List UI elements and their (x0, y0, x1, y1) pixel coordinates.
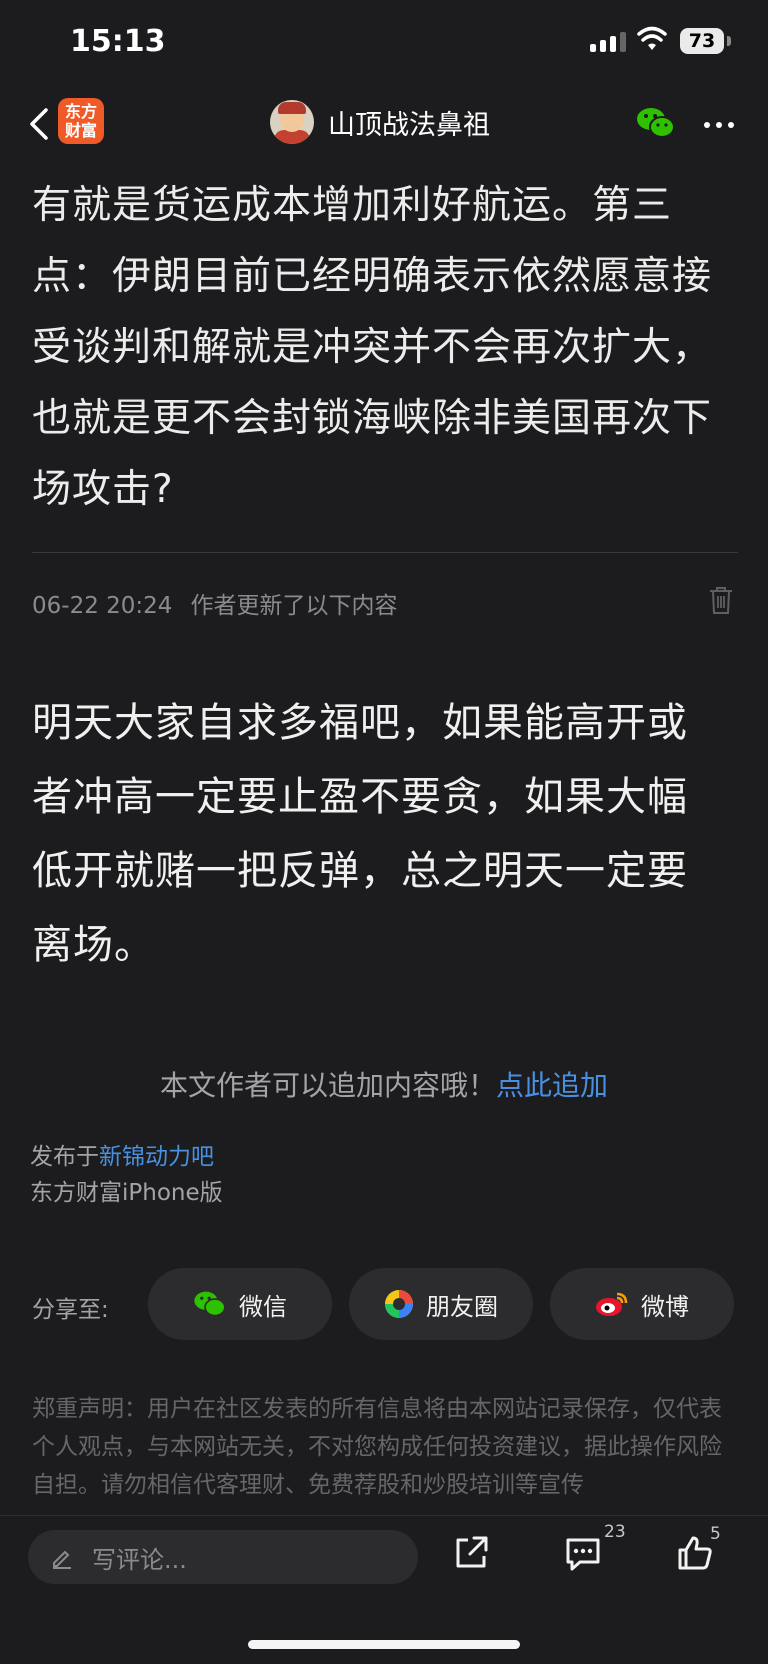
status-time: 15:13 (70, 24, 166, 59)
share-weibo-button[interactable]: 微博 (550, 1268, 734, 1340)
home-indicator (248, 1640, 520, 1649)
comment-placeholder: 写评论... (92, 1545, 187, 1574)
update-label: 作者更新了以下内容 (190, 593, 398, 619)
moments-icon (385, 1290, 413, 1318)
cellular-signal-icon (590, 32, 626, 52)
bar-link[interactable]: 新锦动力吧 (99, 1144, 214, 1170)
append-link[interactable]: 点此追加 (496, 1069, 608, 1102)
update-timestamp: 06-22 20:24 (32, 593, 173, 619)
author-info[interactable]: 山顶战法鼻祖 (270, 100, 490, 144)
battery-tip (727, 36, 731, 46)
share-weibo-label: 微博 (641, 1292, 689, 1321)
share-moments-label: 朋友圈 (426, 1292, 498, 1321)
share-label: 分享至: (32, 1297, 109, 1323)
battery-level: 73 (680, 28, 724, 54)
status-bar: 15:13 73 (0, 0, 768, 84)
back-icon[interactable] (22, 100, 62, 148)
wifi-icon (637, 26, 667, 50)
append-prompt: 本文作者可以追加内容哦！ (159, 1069, 496, 1102)
weibo-icon (596, 1292, 628, 1316)
update-body: 明天大家自求多福吧，如果能高开或者冲高一定要止盈不要贪，如果大幅低开就赌一把反弹… (32, 700, 688, 968)
share-wechat-button[interactable]: 微信 (148, 1268, 332, 1340)
comment-input[interactable]: 写评论... (28, 1530, 418, 1584)
like-count: 5 (710, 1524, 721, 1544)
wechat-icon (194, 1291, 226, 1317)
append-prompt-row: 本文作者可以追加内容哦！点此追加 (0, 1064, 768, 1104)
publish-source: 东方财富iPhone版 (30, 1180, 223, 1206)
pencil-icon (53, 1550, 71, 1569)
publish-prefix: 发布于 (30, 1144, 99, 1170)
logo-line2: 财富 (64, 121, 97, 140)
wechat-share-icon[interactable] (636, 106, 676, 140)
article-body: 有就是货运成本增加利好航运。第三点：伊朗目前已经明确表示依然愿意接受谈判和解就是… (32, 183, 713, 512)
update-header: 06-22 20:24 作者更新了以下内容 (32, 586, 397, 620)
disclaimer: 郑重声明：用户在社区发表的所有信息将由本网站记录保存，仅代表个人观点，与本网站无… (32, 1396, 722, 1498)
divider (32, 552, 738, 553)
share-wechat-label: 微信 (239, 1292, 287, 1321)
comment-icon[interactable] (564, 1534, 602, 1572)
bottom-bar: 写评论... 23 5 (0, 1515, 768, 1664)
share-moments-button[interactable]: 朋友圈 (349, 1268, 533, 1340)
nav-bar: 东方 财富 山顶战法鼻祖 (0, 84, 768, 164)
comment-count: 23 (604, 1522, 626, 1542)
publish-info: 发布于新锦动力吧 东方财富iPhone版 (30, 1139, 223, 1211)
more-options-icon[interactable] (704, 122, 734, 128)
logo-line1: 东方 (64, 102, 97, 121)
app-logo[interactable]: 东方 财富 (58, 98, 104, 144)
share-external-icon[interactable] (452, 1534, 490, 1572)
avatar[interactable] (270, 100, 314, 144)
trash-icon[interactable] (708, 585, 734, 615)
like-icon[interactable] (676, 1534, 714, 1572)
author-name[interactable]: 山顶战法鼻祖 (328, 103, 490, 142)
